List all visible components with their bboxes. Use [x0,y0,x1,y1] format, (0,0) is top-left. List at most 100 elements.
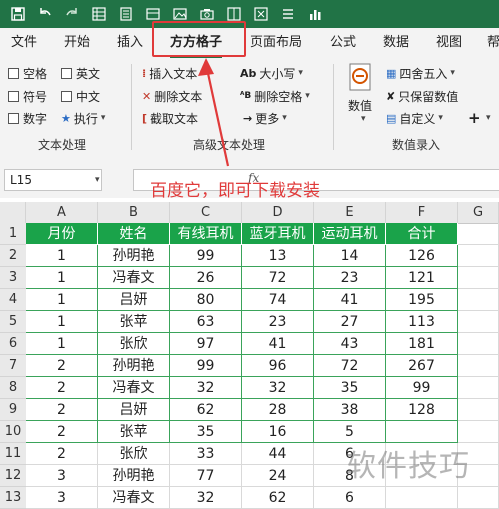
table-cell[interactable]: 113 [386,311,458,333]
table-cell[interactable]: 吕妍 [98,399,170,421]
row-header[interactable]: 8 [0,377,26,399]
round-button[interactable]: ▦ 四舍五入 ▾ [386,64,455,82]
column-header[interactable]: F [386,202,458,223]
row-header[interactable]: 7 [0,355,26,377]
table-cell[interactable]: 99 [386,377,458,399]
table-cell[interactable]: 1 [26,289,98,311]
chart-icon[interactable] [306,5,324,23]
table-cell[interactable]: 23 [242,311,314,333]
table-cell[interactable] [386,487,458,509]
row-header[interactable]: 1 [0,223,26,245]
table-cell[interactable]: 3 [26,465,98,487]
form-icon[interactable] [117,5,135,23]
checkbox-chinese[interactable]: 中文 [61,87,100,105]
column-header[interactable]: C [170,202,242,223]
table-cell[interactable]: 2 [26,377,98,399]
chevron-down-icon[interactable]: ▾ [486,113,491,123]
row-header[interactable]: 13 [0,487,26,509]
case-button[interactable]: Ab 大小写 ▾ [240,64,303,82]
table-header-cell[interactable]: 月份 [26,223,98,245]
empty-cell[interactable] [458,421,499,443]
empty-cell[interactable] [458,487,499,509]
empty-cell[interactable] [458,223,499,245]
table-cell[interactable]: 63 [170,311,242,333]
execute-button[interactable]: ★ 执行 ▾ [61,109,105,127]
table-cell[interactable]: 32 [242,377,314,399]
tab-help[interactable]: 帮 [487,28,499,58]
empty-cell[interactable] [458,245,499,267]
table-cell[interactable]: 5 [314,421,386,443]
table-cell[interactable]: 38 [314,399,386,421]
table-cell[interactable]: 6 [314,487,386,509]
keep-value-button[interactable]: ✘ 只保留数值 [386,87,458,105]
table-cell[interactable]: 张苹 [98,311,170,333]
checkbox-english[interactable]: 英文 [61,64,100,82]
row-header[interactable]: 9 [0,399,26,421]
table-cell[interactable]: 24 [242,465,314,487]
column-header[interactable]: E [314,202,386,223]
empty-cell[interactable] [458,311,499,333]
table-icon[interactable] [90,5,108,23]
checkbox-box[interactable] [8,112,19,124]
row-header[interactable]: 10 [0,421,26,443]
table-header-cell[interactable]: 姓名 [98,223,170,245]
table-cell[interactable]: 77 [170,465,242,487]
table-cell[interactable]: 128 [386,399,458,421]
tab-file[interactable]: 文件 [11,28,37,58]
table-cell[interactable]: 99 [170,355,242,377]
table-cell[interactable]: 1 [26,333,98,355]
plus-icon[interactable]: + [468,109,481,127]
table-cell[interactable]: 1 [26,311,98,333]
table-cell[interactable]: 1 [26,267,98,289]
table-cell[interactable]: 121 [386,267,458,289]
table-cell[interactable]: 41 [314,289,386,311]
tab-page-layout[interactable]: 页面布局 [250,28,302,58]
table-cell[interactable]: 62 [242,487,314,509]
undo-icon[interactable] [36,5,54,23]
checkbox-space[interactable]: 空格 [8,64,47,82]
table-cell[interactable]: 99 [170,245,242,267]
table-cell[interactable]: 44 [242,443,314,465]
empty-cell[interactable] [458,333,499,355]
custom-button[interactable]: ▤ 自定义 ▾ [386,109,443,127]
table-cell[interactable]: 张欣 [98,443,170,465]
table-cell[interactable]: 74 [242,289,314,311]
table-cell[interactable]: 267 [386,355,458,377]
checkbox-box[interactable] [8,90,19,102]
value-label[interactable]: 数值 [348,96,372,114]
table-cell[interactable]: 181 [386,333,458,355]
chevron-down-icon[interactable]: ▾ [361,114,366,124]
tab-home[interactable]: 开始 [64,28,90,58]
extract-text-button[interactable]: [截取文本 [142,109,198,127]
chevron-down-icon[interactable]: ▾ [95,175,100,185]
table-cell[interactable]: 43 [314,333,386,355]
table-cell[interactable]: 1 [26,245,98,267]
save-icon[interactable] [9,5,27,23]
formula-icon[interactable] [252,5,270,23]
checkbox-box[interactable] [8,67,19,79]
table-header-cell[interactable]: 运动耳机 [314,223,386,245]
tab-view[interactable]: 视图 [436,28,462,58]
checkbox-number[interactable]: 数字 [8,109,47,127]
table-cell[interactable]: 13 [242,245,314,267]
table-cell[interactable]: 33 [170,443,242,465]
row-header[interactable]: 2 [0,245,26,267]
row-header[interactable]: 4 [0,289,26,311]
table-cell[interactable] [386,421,458,443]
row-header[interactable]: 3 [0,267,26,289]
column-header[interactable]: G [458,202,499,223]
table-cell[interactable]: 14 [314,245,386,267]
column-header[interactable]: A [26,202,98,223]
table-cell[interactable]: 冯春文 [98,267,170,289]
table-cell[interactable]: 孙明艳 [98,355,170,377]
table-cell[interactable]: 126 [386,245,458,267]
table-cell[interactable]: 32 [170,487,242,509]
value-icon[interactable] [345,62,377,92]
table-cell[interactable]: 张苹 [98,421,170,443]
checkbox-symbol[interactable]: 符号 [8,87,47,105]
table-cell[interactable]: 孙明艳 [98,245,170,267]
insert-text-button[interactable]: ⁞ 插入文本 ▾ [142,64,205,82]
tab-insert[interactable]: 插入 [117,28,143,58]
table-cell[interactable]: 2 [26,443,98,465]
table-cell[interactable]: 96 [242,355,314,377]
